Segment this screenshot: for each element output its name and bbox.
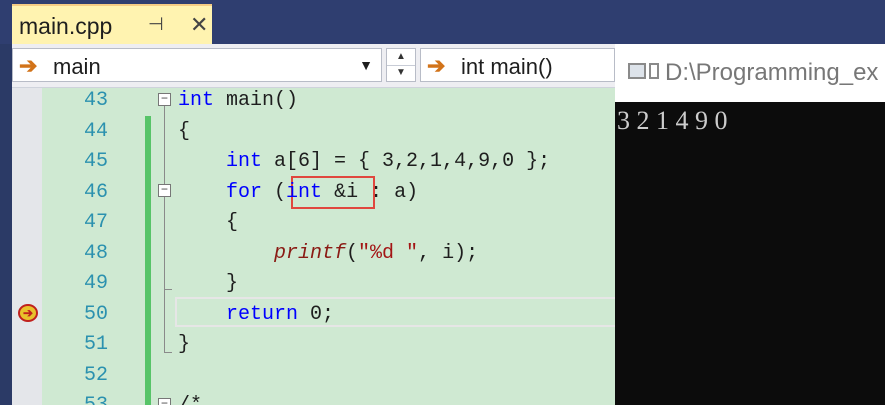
code-line: /* [178, 394, 202, 405]
member-arrow-icon: ➔ [427, 53, 446, 78]
code-line: return 0; [226, 302, 335, 326]
line-number: 44 [83, 119, 108, 143]
code-line: { [178, 211, 239, 234]
console-app-icon [628, 63, 646, 79]
console-title: D:\Programming_ex [665, 59, 879, 86]
fold-guide [164, 197, 165, 289]
line-number: 51 [83, 333, 108, 356]
line-number: 48 [83, 241, 108, 265]
breakpoint-current-statement-icon[interactable]: ➔ [18, 304, 38, 322]
scope-arrow-icon: ➔ [19, 53, 38, 78]
tab-title: main.cpp [19, 13, 113, 39]
code-line: int a[6] = { 3,2,1,4,9,0 }; [226, 150, 551, 173]
scope-dropdown[interactable]: ➔ main ▼ [12, 48, 382, 82]
scope-spin-buttons[interactable]: ▲ ▼ [386, 48, 416, 82]
line-number: 46 [83, 180, 108, 204]
chevron-down-icon[interactable]: ▼ [359, 57, 373, 73]
line-number: 50 [83, 302, 108, 326]
navigation-bar: ➔ main ▼ ▲ ▼ ➔ int main() [12, 44, 615, 88]
code-editor[interactable]: ➔ − − − 43 44 45 46 47 48 49 50 51 52 53 int main()… [12, 88, 615, 405]
line-number: 43 [83, 89, 108, 112]
code-line: { [178, 119, 191, 143]
scope-label: main [53, 54, 101, 79]
close-icon[interactable]: ✕ [190, 12, 208, 38]
line-number: 45 [83, 150, 108, 173]
code-line: } [178, 272, 239, 295]
breakpoint-margin[interactable] [12, 88, 42, 405]
code-line: int main() [178, 89, 299, 112]
fold-guide-end [164, 289, 172, 290]
line-number: 47 [83, 211, 108, 234]
spin-up-icon[interactable]: ▲ [387, 49, 415, 66]
console-window[interactable]: D:\Programming_ex 3 2 1 4 9 0 [615, 44, 885, 405]
console-title-bar[interactable]: D:\Programming_ex [615, 44, 885, 102]
code-line: for (int &i : a) [226, 180, 419, 204]
console-app-icon-part [649, 63, 659, 79]
changed-lines-indicator [145, 116, 151, 405]
fold-toggle-main[interactable]: − [158, 93, 171, 106]
console-output: 3 2 1 4 9 0 [617, 106, 728, 135]
line-number: 49 [83, 272, 108, 295]
line-number: 52 [83, 363, 108, 387]
fold-guide-end [164, 352, 172, 353]
code-line: } [178, 333, 191, 356]
pin-icon[interactable]: ⊣ [148, 14, 164, 35]
fold-toggle-for[interactable]: − [158, 184, 171, 197]
code-line: printf("%d ", i); [274, 241, 479, 265]
spin-down-icon[interactable]: ▼ [387, 65, 415, 81]
tab-main-cpp[interactable]: main.cpp ⊣ ✕ [12, 4, 212, 44]
member-label: int main() [461, 54, 553, 79]
member-dropdown[interactable]: ➔ int main() [420, 48, 615, 82]
line-number: 53 [52, 394, 108, 405]
fold-toggle-comment[interactable]: − [158, 398, 171, 405]
